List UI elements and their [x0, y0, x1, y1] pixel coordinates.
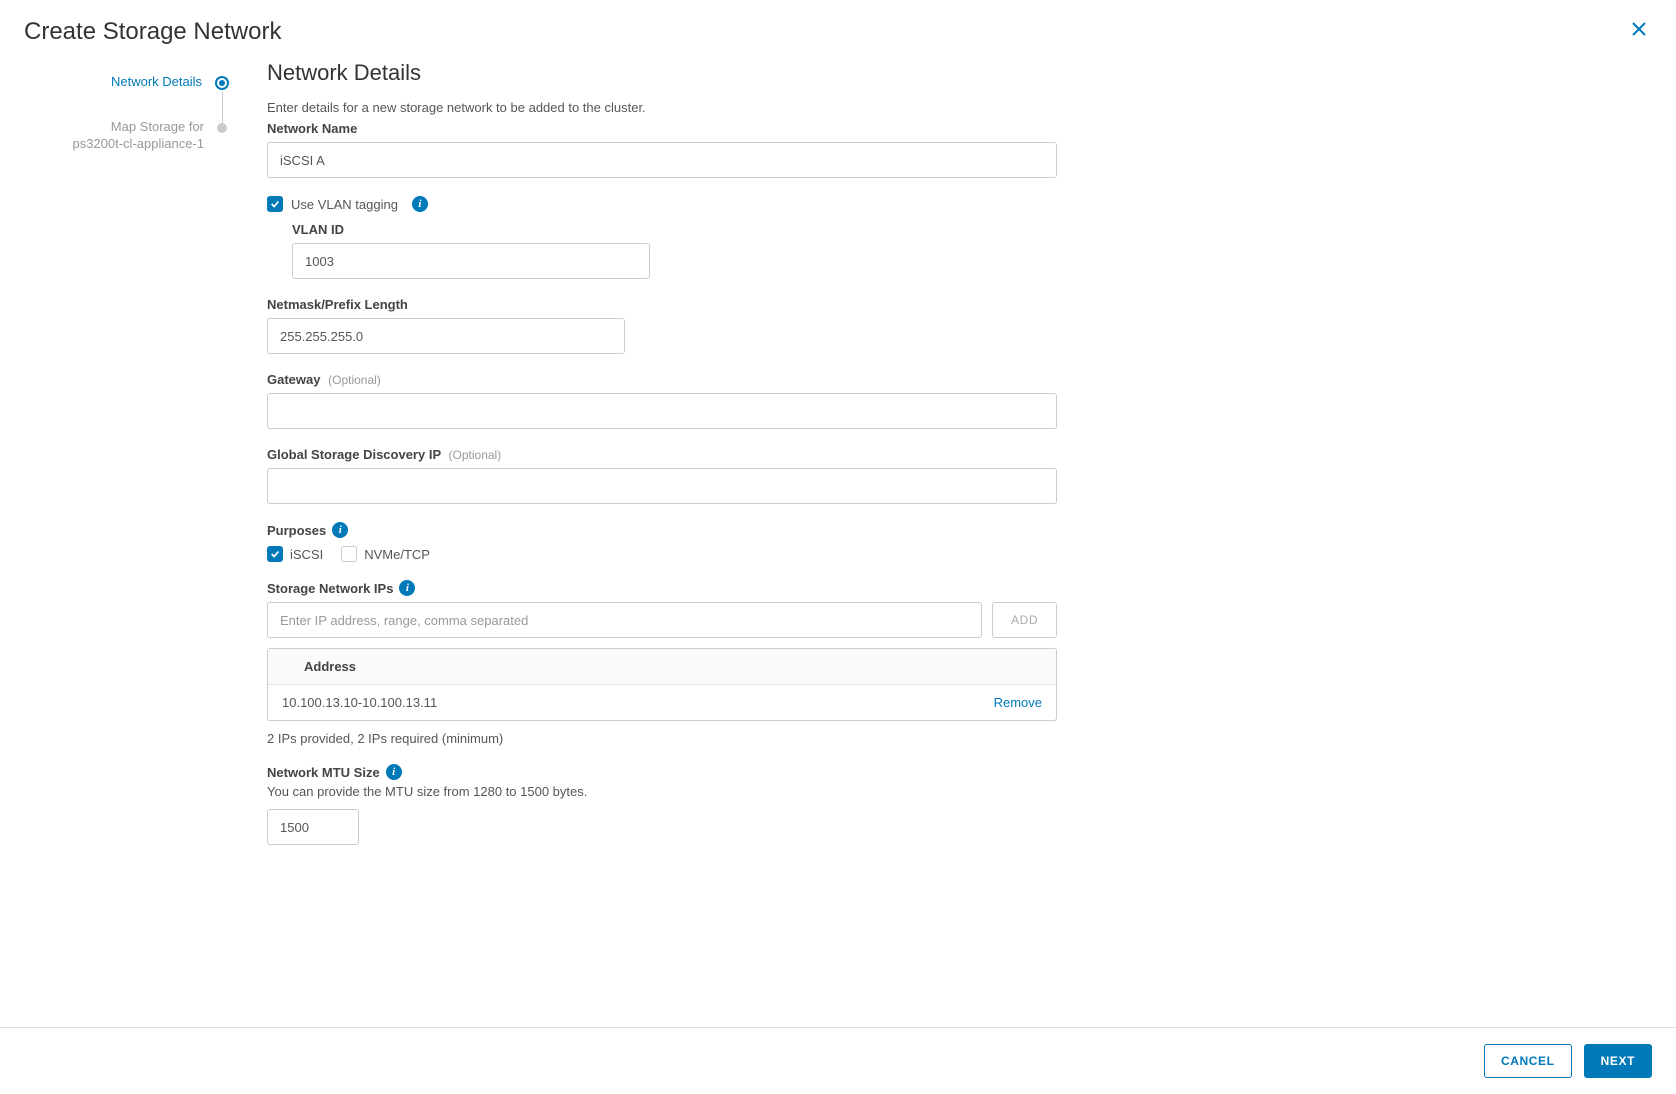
storage-ips-group: Storage Network IPs i ADD Address 10.100… [267, 580, 1129, 746]
close-icon[interactable] [1626, 18, 1652, 42]
step-network-details[interactable]: Network Details [24, 74, 229, 119]
info-icon[interactable]: i [386, 764, 402, 780]
network-name-input[interactable] [267, 142, 1057, 178]
step-dot-inactive-icon [217, 123, 227, 133]
gateway-group: Gateway (Optional) [267, 372, 1129, 429]
netmask-group: Netmask/Prefix Length [267, 297, 1129, 354]
discovery-ip-input[interactable] [267, 468, 1057, 504]
gateway-label: Gateway (Optional) [267, 372, 1129, 387]
storage-ips-label: Storage Network IPs [267, 581, 393, 596]
purpose-iscsi: iSCSI [267, 546, 323, 562]
purpose-nvme: NVMe/TCP [341, 546, 430, 562]
discovery-ip-group: Global Storage Discovery IP (Optional) [267, 447, 1129, 504]
modal-header: Create Storage Network [0, 0, 1676, 60]
wizard-stepper: Network Details Map Storage for ps3200t-… [24, 60, 229, 1003]
vlan-tagging-checkbox[interactable] [267, 196, 283, 212]
gateway-input[interactable] [267, 393, 1057, 429]
ip-address-input[interactable] [267, 602, 982, 638]
vlan-tagging-row: Use VLAN tagging i [267, 196, 1129, 212]
mtu-input[interactable] [267, 809, 359, 845]
network-name-group: Network Name [267, 121, 1129, 178]
network-details-form: Network Details Enter details for a new … [229, 60, 1129, 1003]
vlan-tagging-label: Use VLAN tagging [291, 197, 398, 212]
section-title: Network Details [267, 60, 1129, 86]
netmask-input[interactable] [267, 318, 625, 354]
ip-table: Address 10.100.13.10-10.100.13.11 Remove [267, 648, 1057, 721]
next-button[interactable]: NEXT [1584, 1044, 1652, 1078]
ip-table-header: Address [268, 649, 1056, 685]
netmask-label: Netmask/Prefix Length [267, 297, 1129, 312]
info-icon[interactable]: i [412, 196, 428, 212]
modal-title: Create Storage Network [24, 18, 281, 46]
purposes-label: Purposes [267, 523, 326, 538]
mtu-label: Network MTU Size [267, 765, 380, 780]
ip-address-value: 10.100.13.10-10.100.13.11 [282, 695, 437, 710]
ip-table-row: 10.100.13.10-10.100.13.11 Remove [268, 685, 1056, 720]
remove-ip-link[interactable]: Remove [994, 695, 1042, 710]
section-description: Enter details for a new storage network … [267, 100, 1129, 115]
vlan-id-input[interactable] [292, 243, 650, 279]
purposes-group: Purposes i iSCSI NVMe/TCP [267, 522, 1129, 562]
ip-count-hint: 2 IPs provided, 2 IPs required (minimum) [267, 731, 1129, 746]
info-icon[interactable]: i [399, 580, 415, 596]
discovery-ip-label: Global Storage Discovery IP (Optional) [267, 447, 1129, 462]
step-dot-active-icon [215, 76, 229, 90]
cancel-button[interactable]: CANCEL [1484, 1044, 1572, 1078]
iscsi-checkbox[interactable] [267, 546, 283, 562]
nvme-label: NVMe/TCP [364, 547, 430, 562]
step-map-storage: Map Storage for ps3200t-cl-appliance-1 [24, 119, 229, 181]
mtu-description: You can provide the MTU size from 1280 t… [267, 784, 1129, 799]
network-name-label: Network Name [267, 121, 1129, 136]
modal-footer: CANCEL NEXT [0, 1027, 1676, 1094]
add-ip-button[interactable]: ADD [992, 602, 1057, 638]
iscsi-label: iSCSI [290, 547, 323, 562]
vlan-id-label: VLAN ID [292, 222, 1129, 237]
mtu-group: Network MTU Size i You can provide the M… [267, 764, 1129, 845]
vlan-id-group: VLAN ID [267, 222, 1129, 279]
info-icon[interactable]: i [332, 522, 348, 538]
content: Network Details Map Storage for ps3200t-… [0, 60, 1676, 1027]
nvme-checkbox[interactable] [341, 546, 357, 562]
